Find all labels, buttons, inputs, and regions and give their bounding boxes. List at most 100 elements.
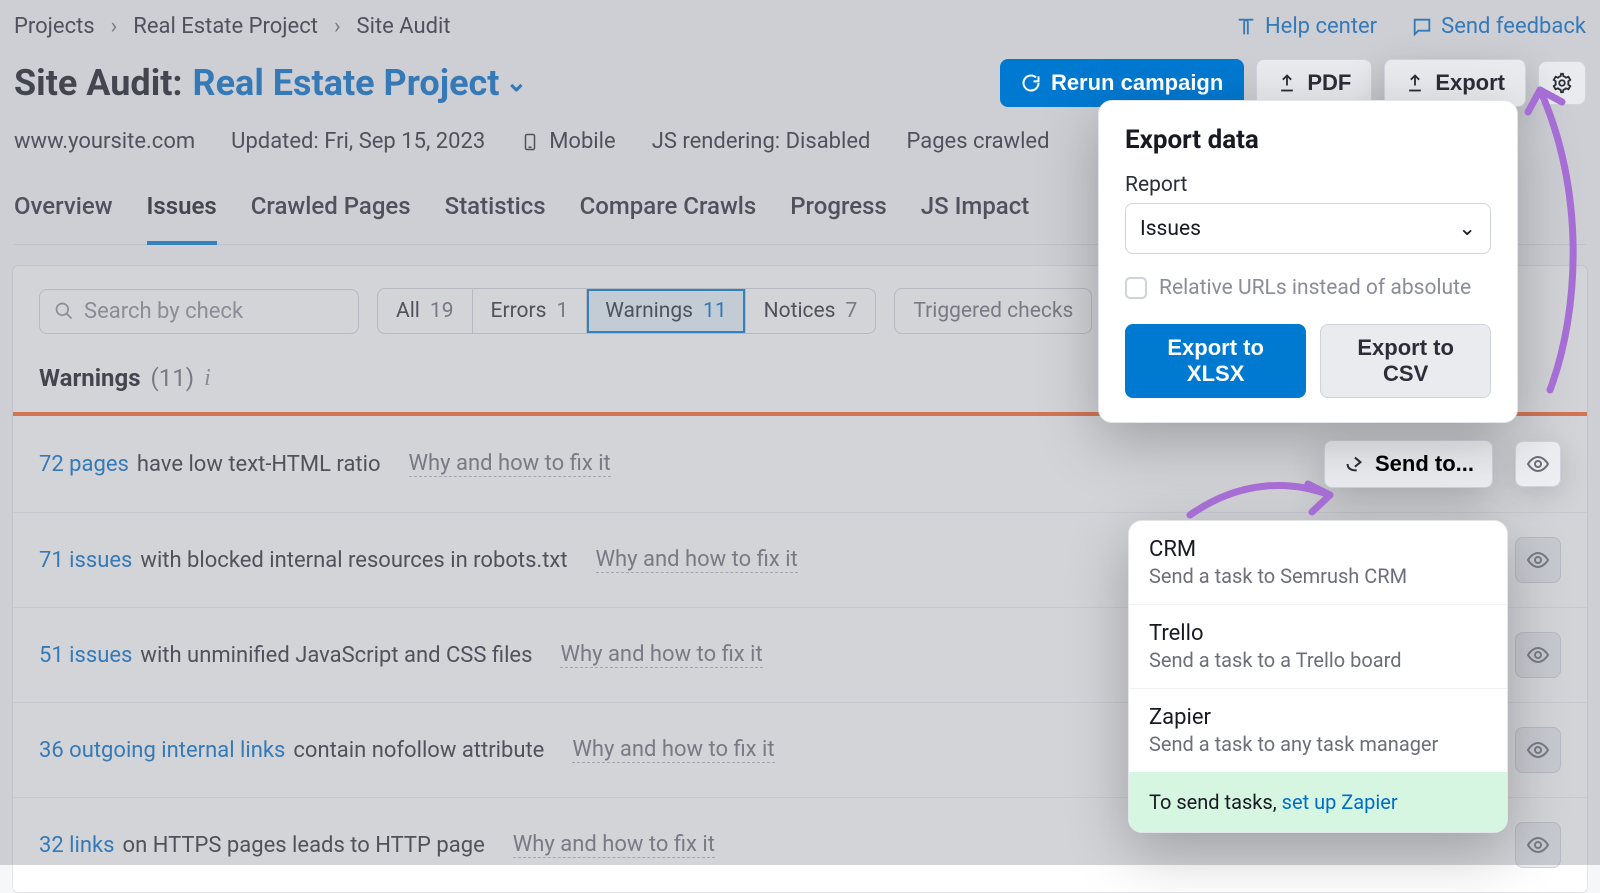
help-center-label: Help center xyxy=(1265,14,1377,39)
hide-issue-button[interactable] xyxy=(1515,441,1561,487)
crumb-tool[interactable]: Site Audit xyxy=(357,14,451,39)
hide-issue-button[interactable] xyxy=(1515,632,1561,678)
mobile-icon xyxy=(521,131,539,153)
upload-icon xyxy=(1405,73,1425,93)
js-rendering: JS rendering: Disabled xyxy=(652,129,871,154)
breadcrumb: Projects › Real Estate Project › Site Au… xyxy=(14,8,1586,45)
chevron-right-icon: › xyxy=(328,14,347,39)
issue-description: have low text-HTML ratio xyxy=(137,452,381,477)
report-field-label: Report xyxy=(1125,173,1491,197)
tab-js-impact[interactable]: JS Impact xyxy=(921,192,1029,232)
option-title: Zapier xyxy=(1149,705,1487,730)
tab-crawled-pages[interactable]: Crawled Pages xyxy=(251,192,411,232)
device-label: Mobile xyxy=(549,129,615,154)
tab-compare-crawls[interactable]: Compare Crawls xyxy=(580,192,757,232)
filter-all-count: 19 xyxy=(430,299,454,323)
export-popup-title: Export data xyxy=(1125,125,1491,155)
option-title: Trello xyxy=(1149,621,1487,646)
send-to-popup: CRM Send a task to Semrush CRM Trello Se… xyxy=(1128,520,1508,833)
filter-warnings[interactable]: Warnings 11 xyxy=(587,289,745,333)
send-to-option-trello[interactable]: Trello Send a task to a Trello board xyxy=(1129,605,1507,689)
filter-notices[interactable]: Notices 7 xyxy=(746,289,876,333)
section-count: (11) xyxy=(151,364,195,392)
relative-urls-label: Relative URLs instead of absolute xyxy=(1159,276,1471,300)
export-data-popup: Export data Report Issues ⌄ Relative URL… xyxy=(1098,100,1518,423)
crumb-project[interactable]: Real Estate Project xyxy=(133,14,318,39)
chevron-down-icon: ⌄ xyxy=(1458,216,1476,241)
filter-errors[interactable]: Errors 1 xyxy=(473,289,588,333)
why-fix-link[interactable]: Why and how to fix it xyxy=(513,832,715,858)
tab-overview[interactable]: Overview xyxy=(14,192,113,232)
site-url: www.yoursite.com xyxy=(14,129,195,154)
filter-errors-count: 1 xyxy=(556,299,568,323)
why-fix-link[interactable]: Why and how to fix it xyxy=(596,547,798,573)
pdf-label: PDF xyxy=(1307,70,1351,96)
issue-description: with unminified JavaScript and CSS files xyxy=(140,643,532,668)
upload-icon xyxy=(1277,73,1297,93)
issue-description: contain nofollow attribute xyxy=(293,738,544,763)
setup-zapier-link[interactable]: set up Zapier xyxy=(1282,790,1398,814)
relative-urls-checkbox[interactable] xyxy=(1125,277,1147,299)
filter-warnings-count: 11 xyxy=(703,299,727,323)
why-fix-link[interactable]: Why and how to fix it xyxy=(560,642,762,668)
tab-statistics[interactable]: Statistics xyxy=(445,192,546,232)
issue-description: with blocked internal resources in robot… xyxy=(140,548,567,573)
hide-issue-button[interactable] xyxy=(1515,822,1561,868)
info-icon[interactable]: i xyxy=(204,365,211,392)
hide-issue-button[interactable] xyxy=(1515,537,1561,583)
device: Mobile xyxy=(521,129,615,154)
footer-text: To send tasks, xyxy=(1149,790,1282,814)
issue-count-link[interactable]: 71 issues xyxy=(39,548,132,573)
chevron-down-icon: ⌄ xyxy=(505,68,527,98)
share-arrow-icon xyxy=(1343,453,1365,475)
hide-issue-button[interactable] xyxy=(1515,727,1561,773)
option-desc: Send a task to a Trello board xyxy=(1149,648,1487,672)
why-fix-link[interactable]: Why and how to fix it xyxy=(572,737,774,763)
triggered-checks-filter[interactable]: Triggered checks xyxy=(894,288,1092,334)
project-name: Real Estate Project xyxy=(193,62,500,104)
send-to-label: Send to... xyxy=(1375,451,1474,477)
section-label: Warnings xyxy=(39,364,141,392)
tab-progress[interactable]: Progress xyxy=(790,192,887,232)
send-to-option-zapier[interactable]: Zapier Send a task to any task manager xyxy=(1129,689,1507,772)
issue-count-link[interactable]: 32 links xyxy=(39,833,115,858)
crumb-projects[interactable]: Projects xyxy=(14,14,95,39)
option-desc: Send a task to any task manager xyxy=(1149,732,1487,756)
send-to-footer: To send tasks, set up Zapier xyxy=(1129,772,1507,832)
send-to-button[interactable]: Send to... xyxy=(1324,440,1493,488)
filter-warnings-label: Warnings xyxy=(605,299,693,323)
search-input[interactable]: Search by check xyxy=(39,289,359,334)
option-title: CRM xyxy=(1149,537,1487,562)
issue-type-filter: All 19 Errors 1 Warnings 11 Notices 7 xyxy=(377,288,876,334)
export-label: Export xyxy=(1435,70,1505,96)
search-icon xyxy=(54,301,74,321)
chevron-right-icon: › xyxy=(105,14,124,39)
send-feedback-label: Send feedback xyxy=(1441,14,1586,39)
help-center-link[interactable]: Help center xyxy=(1235,14,1377,39)
export-csv-button[interactable]: Export to CSV xyxy=(1320,324,1491,398)
option-desc: Send a task to Semrush CRM xyxy=(1149,564,1487,588)
why-fix-link[interactable]: Why and how to fix it xyxy=(409,451,611,477)
send-to-option-crm[interactable]: CRM Send a task to Semrush CRM xyxy=(1129,521,1507,605)
search-placeholder: Search by check xyxy=(84,299,243,324)
pages-crawled: Pages crawled xyxy=(906,129,1049,154)
rerun-label: Rerun campaign xyxy=(1051,70,1223,96)
refresh-icon xyxy=(1021,73,1041,93)
tab-issues[interactable]: Issues xyxy=(147,192,217,232)
filter-all-label: All xyxy=(396,299,420,323)
send-feedback-link[interactable]: Send feedback xyxy=(1411,14,1586,39)
filter-all[interactable]: All 19 xyxy=(378,289,473,333)
filter-errors-label: Errors xyxy=(491,299,547,323)
project-selector[interactable]: Real Estate Project ⌄ xyxy=(193,62,528,104)
issue-count-link[interactable]: 36 outgoing internal links xyxy=(39,738,285,763)
filter-notices-label: Notices xyxy=(764,299,836,323)
issue-count-link[interactable]: 51 issues xyxy=(39,643,132,668)
settings-button[interactable] xyxy=(1538,61,1586,105)
page-title: Site Audit: xyxy=(14,62,183,104)
book-icon xyxy=(1235,16,1257,38)
filter-notices-count: 7 xyxy=(846,299,858,323)
issue-description: on HTTPS pages leads to HTTP page xyxy=(123,833,485,858)
report-select[interactable]: Issues ⌄ xyxy=(1125,203,1491,254)
export-xlsx-button[interactable]: Export to XLSX xyxy=(1125,324,1306,398)
issue-count-link[interactable]: 72 pages xyxy=(39,452,129,477)
